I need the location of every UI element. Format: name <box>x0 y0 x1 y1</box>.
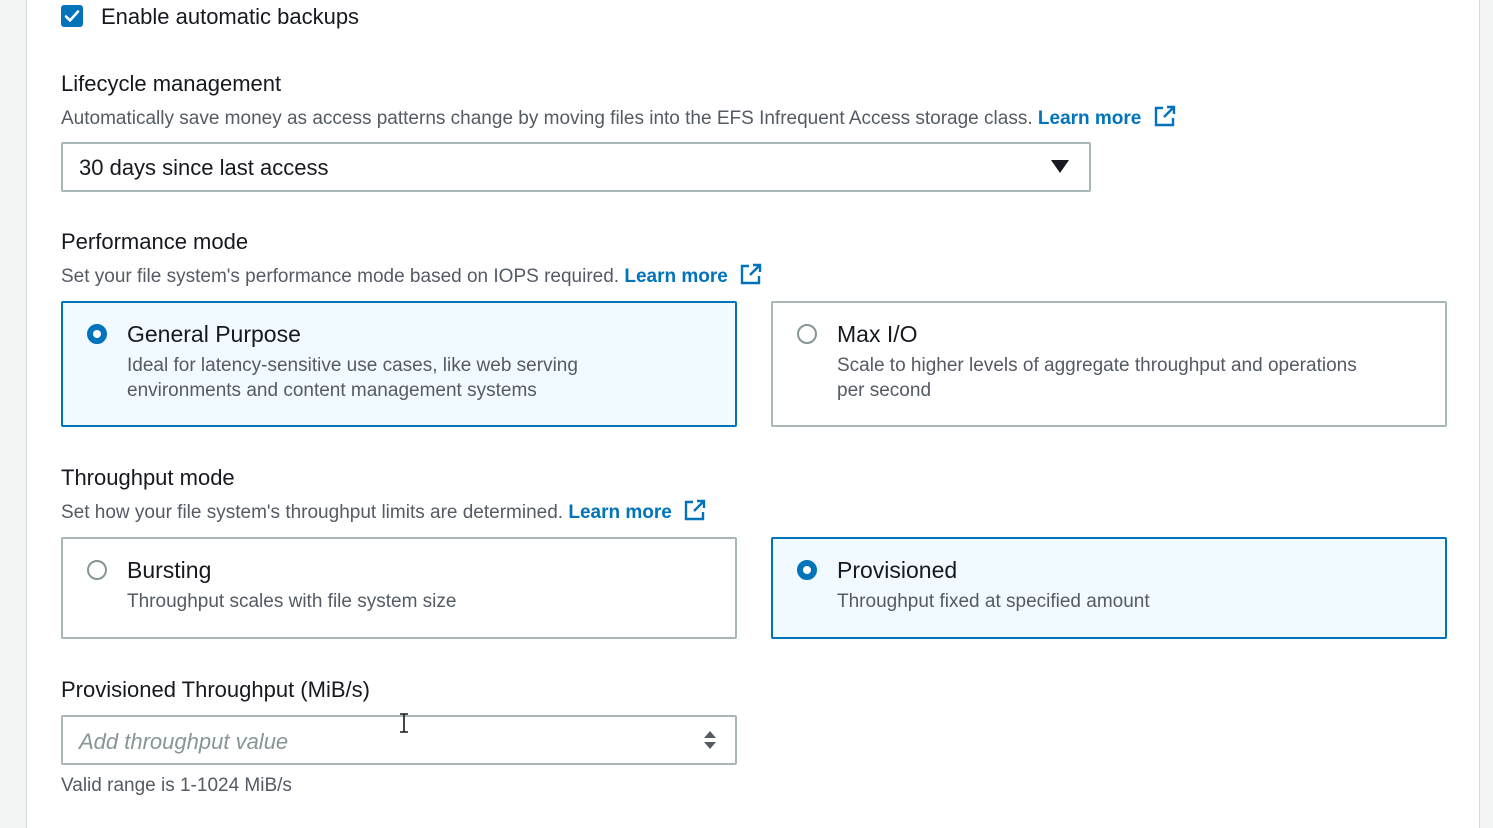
throughput-learn-more-link[interactable]: Learn more <box>568 502 671 523</box>
lifecycle-select[interactable]: 30 days since last access <box>61 142 1091 192</box>
option-description-line: per second <box>837 380 932 401</box>
performance-title: Performance mode <box>61 229 249 254</box>
backups-checkbox[interactable] <box>61 5 83 27</box>
option-description: Throughput fixed at specified amount <box>837 591 1150 612</box>
number-stepper-icon[interactable] <box>703 728 717 752</box>
throughput-option-provisioned[interactable]: Provisioned Throughput fixed at specifie… <box>771 537 1447 639</box>
lifecycle-title: Lifecycle management <box>61 71 282 96</box>
performance-description: Set your file system's performance mode … <box>61 262 763 288</box>
performance-learn-more-link[interactable]: Learn more <box>624 266 727 287</box>
radio-button-selected[interactable] <box>87 324 107 344</box>
lifecycle-description-text: Automatically save money as access patte… <box>61 108 1033 129</box>
external-link-icon[interactable] <box>683 498 707 522</box>
lifecycle-select-value: 30 days since last access <box>79 155 329 180</box>
option-description: Throughput scales with file system size <box>127 591 457 612</box>
throughput-description: Set how your file system's throughput li… <box>61 498 707 524</box>
option-title: Max I/O <box>837 321 918 347</box>
radio-button[interactable] <box>87 560 107 580</box>
external-link-icon[interactable] <box>1153 104 1177 128</box>
provisioned-throughput-label: Provisioned Throughput (MiB/s) <box>61 677 370 702</box>
external-link-icon[interactable] <box>739 262 763 286</box>
option-description: Ideal for latency-sensitive use cases, l… <box>127 353 578 403</box>
settings-panel: Enable automatic backups Lifecycle manag… <box>26 0 1480 828</box>
backups-checkbox-label[interactable]: Enable automatic backups <box>101 4 359 30</box>
radio-button-selected[interactable] <box>797 560 817 580</box>
input-placeholder: Add throughput value <box>79 729 289 754</box>
option-title: Bursting <box>127 557 212 583</box>
option-description-line: environments and content management syst… <box>127 380 537 401</box>
option-title: Provisioned <box>837 557 958 583</box>
text-cursor-icon <box>400 713 408 733</box>
throughput-description-text: Set how your file system's throughput li… <box>61 502 564 523</box>
radio-button[interactable] <box>797 324 817 344</box>
performance-description-text: Set your file system's performance mode … <box>61 266 620 287</box>
throughput-title: Throughput mode <box>61 465 235 490</box>
option-description-line: Ideal for latency-sensitive use cases, l… <box>127 355 578 376</box>
caret-down-icon <box>1051 160 1069 173</box>
option-title: General Purpose <box>127 321 301 347</box>
option-description-line: Scale to higher levels of aggregate thro… <box>837 355 1357 376</box>
performance-option-max-io[interactable]: Max I/O Scale to higher levels of aggreg… <box>771 301 1447 427</box>
throughput-option-bursting[interactable]: Bursting Throughput scales with file sys… <box>61 537 737 639</box>
provisioned-throughput-hint: Valid range is 1-1024 MiB/s <box>61 775 292 796</box>
check-icon <box>64 10 80 22</box>
option-description: Scale to higher levels of aggregate thro… <box>837 353 1357 403</box>
lifecycle-learn-more-link[interactable]: Learn more <box>1038 108 1141 129</box>
performance-option-general-purpose[interactable]: General Purpose Ideal for latency-sensit… <box>61 301 737 427</box>
lifecycle-description: Automatically save money as access patte… <box>61 104 1177 130</box>
